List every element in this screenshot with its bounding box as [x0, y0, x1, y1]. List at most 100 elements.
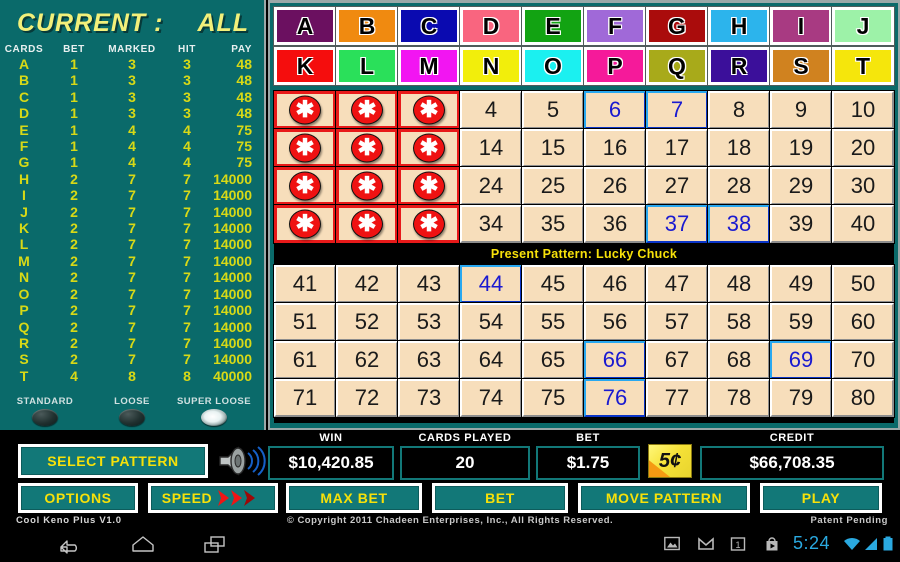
- keno-cell-79[interactable]: 79: [769, 378, 833, 418]
- letter-tile-l[interactable]: L: [335, 46, 399, 86]
- keno-cell-17[interactable]: 17: [645, 128, 709, 168]
- max-bet-button[interactable]: MAX BET: [286, 483, 422, 513]
- keno-cell-63[interactable]: 63: [397, 340, 461, 380]
- keno-cell-19[interactable]: 19: [769, 128, 833, 168]
- keno-cell-47[interactable]: 47: [645, 264, 709, 304]
- denomination-button[interactable]: 5¢: [648, 444, 692, 478]
- move-pattern-button[interactable]: MOVE PATTERN: [578, 483, 750, 513]
- keno-cell-32[interactable]: ✱32: [335, 204, 399, 244]
- keno-cell-24[interactable]: 24: [459, 166, 523, 206]
- keno-cell-18[interactable]: 18: [707, 128, 771, 168]
- keno-cell-16[interactable]: 16: [583, 128, 647, 168]
- speaker-icon[interactable]: [214, 443, 266, 479]
- keno-cell-43[interactable]: 43: [397, 264, 461, 304]
- keno-cell-2[interactable]: ✱2: [335, 90, 399, 130]
- keno-cell-53[interactable]: 53: [397, 302, 461, 342]
- keno-cell-56[interactable]: 56: [583, 302, 647, 342]
- keno-cell-59[interactable]: 59: [769, 302, 833, 342]
- letter-tile-i[interactable]: I: [769, 6, 833, 46]
- keno-cell-20[interactable]: 20: [831, 128, 895, 168]
- keno-cell-25[interactable]: 25: [521, 166, 585, 206]
- keno-cell-50[interactable]: 50: [831, 264, 895, 304]
- keno-cell-74[interactable]: 74: [459, 378, 523, 418]
- letter-tile-o[interactable]: O: [521, 46, 585, 86]
- keno-cell-22[interactable]: ✱22: [335, 166, 399, 206]
- keno-cell-9[interactable]: 9: [769, 90, 833, 130]
- keno-cell-10[interactable]: 10: [831, 90, 895, 130]
- keno-cell-45[interactable]: 45: [521, 264, 585, 304]
- keno-cell-72[interactable]: 72: [335, 378, 399, 418]
- keno-cell-35[interactable]: 35: [521, 204, 585, 244]
- bet-button[interactable]: BET: [432, 483, 568, 513]
- letter-tile-f[interactable]: F: [583, 6, 647, 46]
- keno-cell-55[interactable]: 55: [521, 302, 585, 342]
- letter-tile-n[interactable]: N: [459, 46, 523, 86]
- keno-cell-73[interactable]: 73: [397, 378, 461, 418]
- keno-cell-29[interactable]: 29: [769, 166, 833, 206]
- keno-cell-40[interactable]: 40: [831, 204, 895, 244]
- letter-tile-s[interactable]: S: [769, 46, 833, 86]
- keno-cell-23[interactable]: ✱23: [397, 166, 461, 206]
- letter-tile-e[interactable]: E: [521, 6, 585, 46]
- letter-tile-q[interactable]: Q: [645, 46, 709, 86]
- keno-cell-39[interactable]: 39: [769, 204, 833, 244]
- keno-cell-67[interactable]: 67: [645, 340, 709, 380]
- keno-cell-30[interactable]: 30: [831, 166, 895, 206]
- keno-cell-70[interactable]: 70: [831, 340, 895, 380]
- keno-cell-34[interactable]: 34: [459, 204, 523, 244]
- keno-cell-69[interactable]: 69: [769, 340, 833, 380]
- keno-cell-48[interactable]: 48: [707, 264, 771, 304]
- keno-cell-54[interactable]: 54: [459, 302, 523, 342]
- keno-cell-5[interactable]: 5: [521, 90, 585, 130]
- keno-cell-44[interactable]: 44: [459, 264, 523, 304]
- letter-tile-b[interactable]: B: [335, 6, 399, 46]
- keno-cell-1[interactable]: ✱1: [273, 90, 337, 130]
- keno-cell-66[interactable]: 66: [583, 340, 647, 380]
- keno-cell-75[interactable]: 75: [521, 378, 585, 418]
- keno-cell-36[interactable]: 36: [583, 204, 647, 244]
- keno-cell-57[interactable]: 57: [645, 302, 709, 342]
- keno-cell-12[interactable]: ✱12: [335, 128, 399, 168]
- back-icon[interactable]: [58, 534, 84, 554]
- home-icon[interactable]: [130, 534, 156, 554]
- letter-tile-k[interactable]: K: [273, 46, 337, 86]
- keno-cell-8[interactable]: 8: [707, 90, 771, 130]
- keno-cell-13[interactable]: ✱13: [397, 128, 461, 168]
- letter-tile-c[interactable]: C: [397, 6, 461, 46]
- keno-cell-46[interactable]: 46: [583, 264, 647, 304]
- letter-tile-h[interactable]: H: [707, 6, 771, 46]
- keno-cell-51[interactable]: 51: [273, 302, 337, 342]
- keno-cell-31[interactable]: ✱31: [273, 204, 337, 244]
- keno-cell-14[interactable]: 14: [459, 128, 523, 168]
- keno-cell-33[interactable]: ✱33: [397, 204, 461, 244]
- keno-cell-52[interactable]: 52: [335, 302, 399, 342]
- keno-cell-27[interactable]: 27: [645, 166, 709, 206]
- keno-cell-58[interactable]: 58: [707, 302, 771, 342]
- keno-cell-71[interactable]: 71: [273, 378, 337, 418]
- keno-cell-21[interactable]: ✱21: [273, 166, 337, 206]
- keno-cell-60[interactable]: 60: [831, 302, 895, 342]
- keno-cell-7[interactable]: 7: [645, 90, 709, 130]
- options-button[interactable]: OPTIONS: [18, 483, 138, 513]
- letter-tile-g[interactable]: G: [645, 6, 709, 46]
- keno-cell-80[interactable]: 80: [831, 378, 895, 418]
- letter-tile-p[interactable]: P: [583, 46, 647, 86]
- keno-cell-68[interactable]: 68: [707, 340, 771, 380]
- keno-cell-3[interactable]: ✱3: [397, 90, 461, 130]
- keno-cell-28[interactable]: 28: [707, 166, 771, 206]
- keno-cell-42[interactable]: 42: [335, 264, 399, 304]
- keno-cell-11[interactable]: ✱11: [273, 128, 337, 168]
- keno-cell-65[interactable]: 65: [521, 340, 585, 380]
- keno-cell-78[interactable]: 78: [707, 378, 771, 418]
- keno-cell-4[interactable]: 4: [459, 90, 523, 130]
- letter-tile-a[interactable]: A: [273, 6, 337, 46]
- keno-cell-41[interactable]: 41: [273, 264, 337, 304]
- keno-cell-76[interactable]: 76: [583, 378, 647, 418]
- keno-cell-38[interactable]: 38: [707, 204, 771, 244]
- letter-tile-t[interactable]: T: [831, 46, 895, 86]
- recent-apps-icon[interactable]: [202, 534, 228, 554]
- keno-cell-62[interactable]: 62: [335, 340, 399, 380]
- letter-tile-j[interactable]: J: [831, 6, 895, 46]
- letter-tile-m[interactable]: M: [397, 46, 461, 86]
- letter-tile-r[interactable]: R: [707, 46, 771, 86]
